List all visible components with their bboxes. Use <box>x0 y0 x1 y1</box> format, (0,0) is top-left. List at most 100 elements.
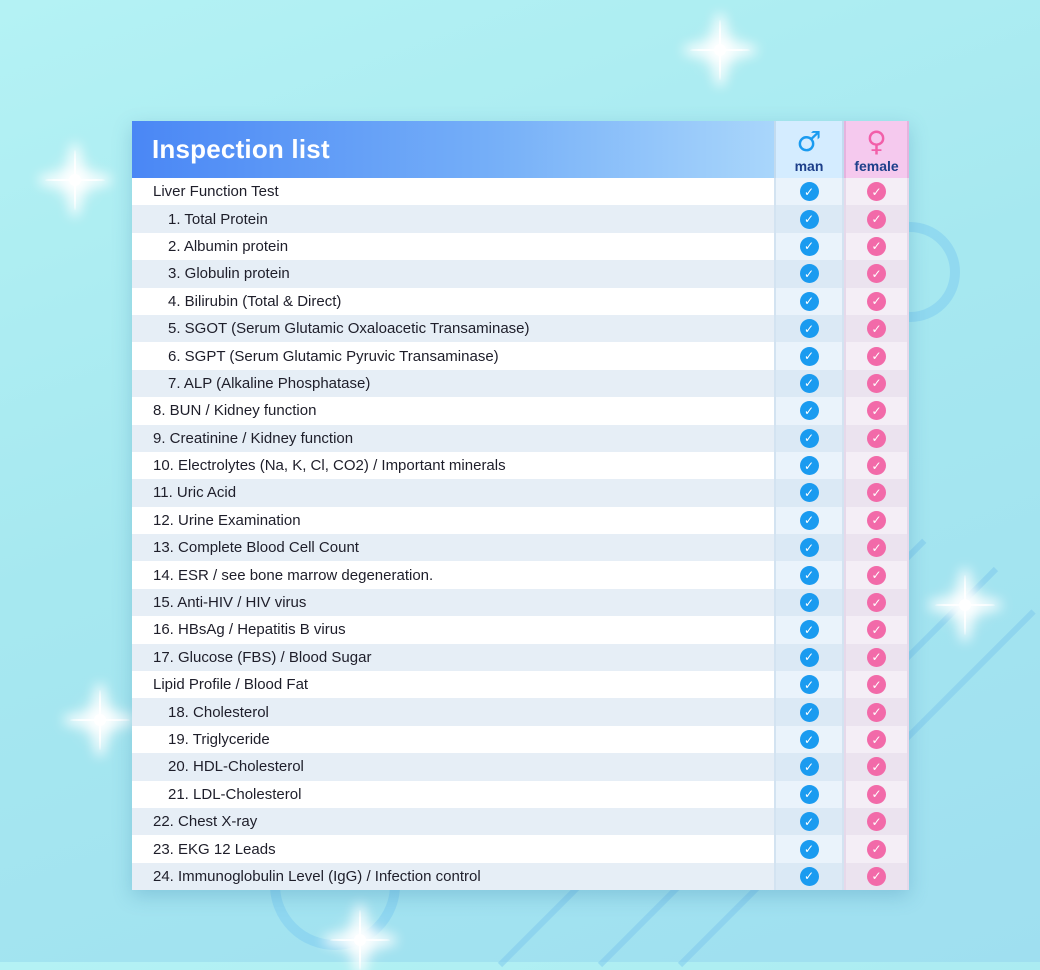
pink-check-icon: ✓ <box>867 620 886 640</box>
row-label: 21. LDL-Cholesterol <box>132 780 774 808</box>
blue-check-icon: ✓ <box>799 319 819 339</box>
man-column-label: man <box>794 158 824 174</box>
female-cell: ✓ <box>844 698 909 726</box>
table-row: 12. Urine Examination ✓ ✓ <box>132 506 909 535</box>
female-cell: ✓ <box>844 725 909 754</box>
female-cell: ✓ <box>844 260 909 288</box>
blue-check-icon: ✓ <box>799 182 819 202</box>
female-cell: ✓ <box>844 862 909 891</box>
pink-check-icon: ✓ <box>867 264 886 284</box>
female-cell: ✓ <box>844 205 909 233</box>
pink-check-icon: ✓ <box>867 483 886 503</box>
pink-check-icon: ✓ <box>867 236 886 256</box>
pink-check-icon: ✓ <box>867 675 886 695</box>
man-cell: ✓ <box>774 698 844 726</box>
female-cell: ✓ <box>844 671 909 699</box>
row-label: 9. Creatinine / Kidney function <box>132 424 774 452</box>
table-header: Inspection list ♂ man ♀ female <box>132 121 909 178</box>
pink-check-icon: ✓ <box>867 839 886 859</box>
pink-check-icon: ✓ <box>867 565 886 585</box>
blue-check-icon: ✓ <box>799 346 819 366</box>
female-cell: ✓ <box>844 643 909 672</box>
female-cell: ✓ <box>844 616 909 644</box>
pink-check-icon: ✓ <box>867 784 886 804</box>
man-cell: ✓ <box>774 506 844 535</box>
man-cell: ✓ <box>774 232 844 261</box>
female-symbol-icon: ♀ <box>866 125 887 158</box>
female-cell: ✓ <box>844 424 909 452</box>
pink-check-icon: ✓ <box>867 373 886 393</box>
pink-check-icon: ✓ <box>867 866 886 886</box>
pink-check-icon: ✓ <box>867 319 886 339</box>
man-cell: ✓ <box>774 671 844 699</box>
table-row: 20. HDL-Cholesterol ✓ ✓ <box>132 753 909 781</box>
row-label: 24. Immunoglobulin Level (IgG) / Infecti… <box>132 862 774 891</box>
female-cell: ✓ <box>844 178 909 206</box>
female-column-label: female <box>854 158 899 174</box>
man-cell: ✓ <box>774 588 844 617</box>
man-cell: ✓ <box>774 397 844 425</box>
blue-check-icon: ✓ <box>799 812 819 832</box>
row-label: 6. SGPT (Serum Glutamic Pyruvic Transami… <box>132 342 774 370</box>
table-row: 22. Chest X-ray ✓ ✓ <box>132 807 909 836</box>
pink-check-icon: ✓ <box>867 538 886 558</box>
table-row: Liver Function Test ✓ ✓ <box>132 178 909 206</box>
blue-check-icon: ✓ <box>799 209 819 229</box>
table-row: 13. Complete Blood Cell Count ✓ ✓ <box>132 534 909 562</box>
row-label: 18. Cholesterol <box>132 698 774 726</box>
female-cell: ✓ <box>844 753 909 781</box>
row-label: 4. Bilirubin (Total & Direct) <box>132 287 774 315</box>
pink-check-icon: ✓ <box>867 510 886 530</box>
pink-check-icon: ✓ <box>867 291 886 311</box>
man-cell: ✓ <box>774 807 844 836</box>
row-label: 22. Chest X-ray <box>132 807 774 836</box>
table-row: 2. Albumin protein ✓ ✓ <box>132 232 909 261</box>
man-cell: ✓ <box>774 835 844 863</box>
row-label: 1. Total Protein <box>132 205 774 233</box>
blue-check-icon: ✓ <box>799 647 819 667</box>
man-cell: ✓ <box>774 451 844 480</box>
man-cell: ✓ <box>774 178 844 206</box>
sparkle-icon <box>70 690 130 750</box>
pink-check-icon: ✓ <box>867 647 886 667</box>
blue-check-icon: ✓ <box>799 757 819 777</box>
table-row: 7. ALP (Alkaline Phosphatase) ✓ ✓ <box>132 369 909 398</box>
table-row: 6. SGPT (Serum Glutamic Pyruvic Transami… <box>132 342 909 370</box>
table-body: Liver Function Test ✓ ✓ 1. Total Protein ✓ ✓ 2… <box>132 178 909 891</box>
row-label: 10. Electrolytes (Na, K, Cl, CO2) / Impo… <box>132 451 774 480</box>
man-cell: ✓ <box>774 643 844 672</box>
blue-check-icon: ✓ <box>799 784 819 804</box>
inspection-list-table: Inspection list ♂ man ♀ female Liver Fun… <box>132 121 909 891</box>
pink-check-icon: ✓ <box>867 182 886 202</box>
table-row: 15. Anti-HIV / HIV virus ✓ ✓ <box>132 588 909 617</box>
sparkle-icon <box>45 150 105 210</box>
blue-check-icon: ✓ <box>799 510 819 530</box>
blue-check-icon: ✓ <box>799 565 819 585</box>
row-label: 14. ESR / see bone marrow degeneration. <box>132 561 774 589</box>
row-label: 11. Uric Acid <box>132 479 774 507</box>
man-cell: ✓ <box>774 753 844 781</box>
row-label: Lipid Profile / Blood Fat <box>132 671 774 699</box>
female-cell: ✓ <box>844 561 909 589</box>
blue-check-icon: ✓ <box>799 702 819 722</box>
table-row: 8. BUN / Kidney function ✓ ✓ <box>132 397 909 425</box>
blue-check-icon: ✓ <box>799 401 819 421</box>
table-title: Inspection list <box>152 134 330 164</box>
female-cell: ✓ <box>844 314 909 343</box>
man-cell: ✓ <box>774 616 844 644</box>
row-label: 12. Urine Examination <box>132 506 774 535</box>
man-cell: ✓ <box>774 314 844 343</box>
blue-check-icon: ✓ <box>799 483 819 503</box>
table-row: 1. Total Protein ✓ ✓ <box>132 205 909 233</box>
row-label: 19. Triglyceride <box>132 725 774 754</box>
pink-check-icon: ✓ <box>867 209 886 229</box>
blue-check-icon: ✓ <box>799 291 819 311</box>
row-label: 5. SGOT (Serum Glutamic Oxaloacetic Tran… <box>132 314 774 343</box>
man-column-header: ♂ man <box>774 121 844 178</box>
pink-check-icon: ✓ <box>867 757 886 777</box>
man-cell: ✓ <box>774 534 844 562</box>
table-row: 18. Cholesterol ✓ ✓ <box>132 698 909 726</box>
table-row: 19. Triglyceride ✓ ✓ <box>132 725 909 754</box>
blue-check-icon: ✓ <box>799 730 819 749</box>
female-cell: ✓ <box>844 534 909 562</box>
